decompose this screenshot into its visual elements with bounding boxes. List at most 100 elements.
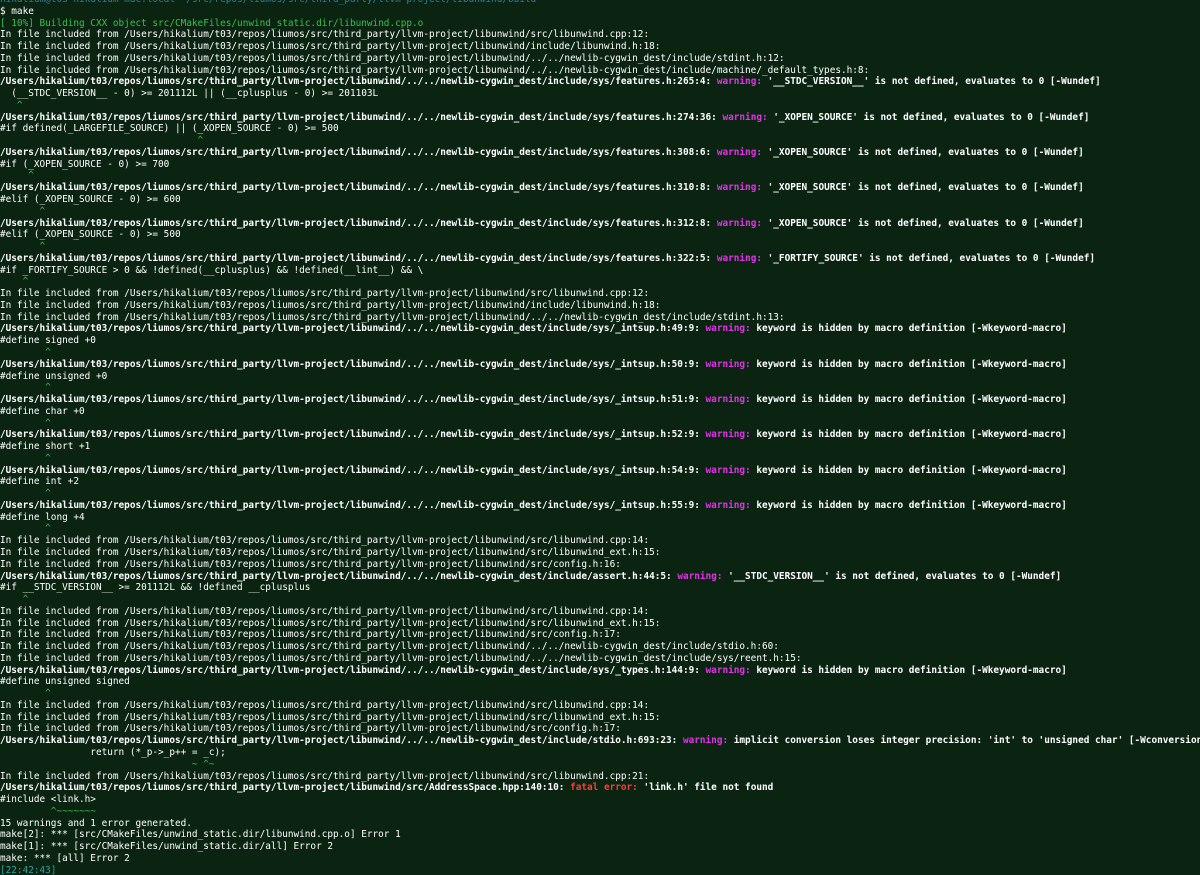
caret-marker: ^ — [0, 688, 51, 700]
fatal-error-label: fatal error: — [570, 782, 644, 794]
terminal-line: #define long +4 — [0, 512, 1200, 524]
line-text: In file included from /Users/hikalium/t0… — [0, 641, 779, 653]
terminal-line: #define char +0 — [0, 406, 1200, 418]
terminal-line: make[1]: *** [src/CMakeFiles/unwind_stat… — [0, 841, 1200, 853]
diagnostic-text: /Users/hikalium/t03/repos/liumos/src/thi… — [0, 76, 717, 88]
warning-label: warning: — [705, 499, 757, 511]
line-text: $ make — [0, 5, 34, 17]
line-text: In file included from /Users/hikalium/t0… — [0, 546, 661, 558]
diagnostic-text: /Users/hikalium/t03/repos/liumos/src/thi… — [0, 252, 717, 264]
warning-label: warning: — [716, 217, 768, 229]
terminal-line: ^ — [0, 594, 1200, 606]
line-text: #if defined(_LARGEFILE_SOURCE) || (_XOPE… — [0, 123, 339, 135]
line-text: return (*_p->_p++ = _c); — [0, 747, 226, 758]
caret-marker: ^ — [0, 488, 51, 500]
diagnostic-text: keyword is hidden by macro definition [-… — [756, 464, 1067, 476]
terminal-line: [ 10%] Building CXX object src/CMakeFile… — [0, 18, 1200, 30]
caret-marker: ^ — [0, 241, 46, 253]
diagnostic-text: /Users/hikalium/t03/repos/liumos/src/thi… — [0, 429, 706, 441]
terminal-line: ^ — [0, 453, 1200, 465]
line-text: In file included from /Users/hikalium/t0… — [0, 711, 661, 723]
terminal-line: In file included from /Users/hikalium/t0… — [0, 53, 1200, 65]
caret-marker: ^ — [0, 276, 29, 288]
diagnostic-text: /Users/hikalium/t03/repos/liumos/src/thi… — [0, 358, 706, 370]
terminal-line: In file included from /Users/hikalium/t0… — [0, 288, 1200, 300]
line-text: #define long +4 — [0, 511, 85, 523]
line-text: #define unsigned signed — [0, 676, 130, 688]
line-text: #define int +2 — [0, 476, 80, 488]
diagnostic-text: /Users/hikalium/t03/repos/liumos/src/thi… — [0, 323, 706, 335]
caret-marker: ^~~~~~~~ — [0, 805, 96, 817]
line-text: In file included from /Users/hikalium/t0… — [0, 770, 650, 782]
line-text: #define signed +0 — [0, 335, 96, 347]
line-text: #if _FORTIFY_SOURCE > 0 && !defined(__cp… — [0, 264, 424, 276]
terminal-line: /Users/hikalium/t03/repos/liumos/src/thi… — [0, 735, 1200, 747]
terminal-line: /Users/hikalium/t03/repos/liumos/src/thi… — [0, 253, 1200, 265]
terminal-line: /Users/hikalium/t03/repos/liumos/src/thi… — [0, 76, 1200, 88]
terminal-line: ^~~~~~~~ — [0, 806, 1200, 818]
caret-marker: ^ — [0, 99, 23, 111]
terminal-line: return (*_p->_p++ = _c); — [0, 747, 1200, 759]
terminal-line: 15 warnings and 1 error generated. — [0, 818, 1200, 830]
diagnostic-text: keyword is hidden by macro definition [-… — [756, 664, 1067, 676]
line-text: hikalium@t03-hikalium-mac.local ~/src/re… — [0, 0, 536, 5]
line-text: In file included from /Users/hikalium/t0… — [0, 29, 650, 41]
terminal-line: In file included from /Users/hikalium/t0… — [0, 535, 1200, 547]
terminal-line: #define unsigned +0 — [0, 371, 1200, 383]
caret-marker: ^ — [0, 205, 46, 217]
caret-marker: ^ — [0, 523, 51, 535]
diagnostic-text: /Users/hikalium/t03/repos/liumos/src/thi… — [0, 782, 571, 794]
line-text: In file included from /Users/hikalium/t0… — [0, 299, 661, 311]
terminal-line: In file included from /Users/hikalium/t0… — [0, 700, 1200, 712]
terminal-line: #if _FORTIFY_SOURCE > 0 && !defined(__cp… — [0, 265, 1200, 277]
diagnostic-text: /Users/hikalium/t03/repos/liumos/src/thi… — [0, 394, 706, 406]
timestamp: [22:42:43] — [0, 864, 57, 875]
caret-marker: ~ ^~ — [0, 758, 215, 770]
line-text: In file included from /Users/hikalium/t0… — [0, 41, 661, 53]
diagnostic-text: keyword is hidden by macro definition [-… — [756, 323, 1067, 335]
line-text: In file included from /Users/hikalium/t0… — [0, 723, 621, 735]
diagnostic-text: /Users/hikalium/t03/repos/liumos/src/thi… — [0, 664, 706, 676]
terminal-line: In file included from /Users/hikalium/t0… — [0, 723, 1200, 735]
terminal-output[interactable]: hikalium@t03-hikalium-mac.local ~/src/re… — [0, 0, 1200, 875]
warning-label: warning: — [716, 252, 768, 264]
terminal-line: In file included from /Users/hikalium/t0… — [0, 41, 1200, 53]
terminal-line: /Users/hikalium/t03/repos/liumos/src/thi… — [0, 112, 1200, 124]
line-text: In file included from /Users/hikalium/t0… — [0, 605, 650, 617]
terminal-line: #define short +1 — [0, 441, 1200, 453]
line-text: In file included from /Users/hikalium/t0… — [0, 558, 621, 570]
warning-label: warning: — [677, 570, 729, 582]
terminal-line: [22:42:43] — [0, 865, 1200, 875]
terminal-line: /Users/hikalium/t03/repos/liumos/src/thi… — [0, 500, 1200, 512]
warning-label: warning: — [705, 323, 757, 335]
line-text: #include <link.h> — [0, 794, 96, 806]
terminal-line: ~ ^~ — [0, 759, 1200, 771]
terminal-line: ^ — [0, 100, 1200, 112]
warning-label: warning: — [682, 735, 734, 747]
diagnostic-text: '_XOPEN_SOURCE' is not defined, evaluate… — [767, 146, 1084, 158]
terminal-line: ^ — [0, 523, 1200, 535]
terminal-line: /Users/hikalium/t03/repos/liumos/src/thi… — [0, 218, 1200, 230]
diagnostic-text: implicit conversion loses integer precis… — [733, 735, 1200, 747]
warning-label: warning: — [705, 358, 757, 370]
terminal-line: ^ — [0, 170, 1200, 182]
terminal-line: #if defined(_LARGEFILE_SOURCE) || (_XOPE… — [0, 123, 1200, 135]
terminal-line: make[2]: *** [src/CMakeFiles/unwind_stat… — [0, 829, 1200, 841]
line-text: In file included from /Users/hikalium/t0… — [0, 617, 661, 629]
terminal-line: $ make — [0, 6, 1200, 18]
terminal-line: /Users/hikalium/t03/repos/liumos/src/thi… — [0, 394, 1200, 406]
warning-label: warning: — [722, 111, 774, 123]
terminal-line: /Users/hikalium/t03/repos/liumos/src/thi… — [0, 323, 1200, 335]
line-text: #elif (_XOPEN_SOURCE - 0) >= 500 — [0, 229, 181, 241]
terminal-line: In file included from /Users/hikalium/t0… — [0, 312, 1200, 324]
caret-marker: ^ — [0, 382, 51, 394]
line-text: #define unsigned +0 — [0, 370, 108, 382]
terminal-line: #if (_XOPEN_SOURCE - 0) >= 700 — [0, 159, 1200, 171]
terminal-line: /Users/hikalium/t03/repos/liumos/src/thi… — [0, 782, 1200, 794]
terminal-line: #define int +2 — [0, 476, 1200, 488]
line-text: In file included from /Users/hikalium/t0… — [0, 699, 650, 711]
line-text: #define char +0 — [0, 405, 85, 417]
terminal-line: In file included from /Users/hikalium/t0… — [0, 29, 1200, 41]
diagnostic-text: keyword is hidden by macro definition [-… — [756, 499, 1067, 511]
diagnostic-text: /Users/hikalium/t03/repos/liumos/src/thi… — [0, 570, 678, 582]
